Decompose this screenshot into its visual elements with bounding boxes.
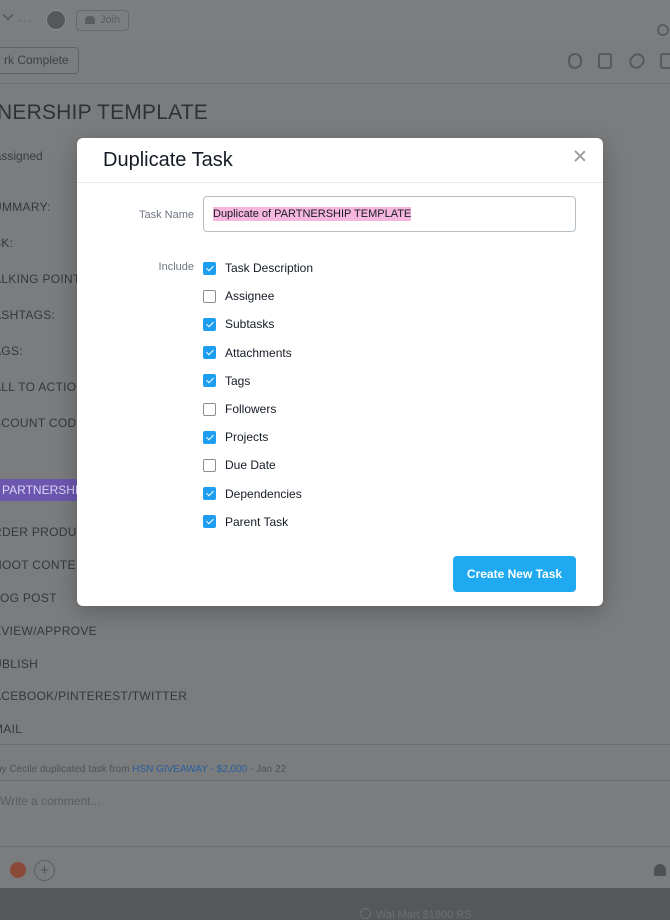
include-option-tags[interactable]: Tags <box>203 373 250 389</box>
parent-task-checkbox[interactable] <box>203 515 216 529</box>
people-icon <box>85 16 95 24</box>
comment-input[interactable]: Write a comment... <box>0 794 100 808</box>
description-line: SK: <box>0 236 14 250</box>
activity-story: ny Cecile duplicated task from HSN GIVEA… <box>0 764 286 775</box>
avatar[interactable] <box>8 860 28 880</box>
check-circle-icon[interactable] <box>360 908 371 919</box>
due-date-checkbox[interactable] <box>203 458 216 472</box>
include-option-parent-task[interactable]: Parent Task <box>203 514 288 530</box>
attachment-icon[interactable] <box>568 53 582 69</box>
include-option-projects[interactable]: Projects <box>203 429 268 445</box>
description-line: ALKING POINT <box>0 272 81 286</box>
story-date: - Jan 22 <box>247 764 287 775</box>
description-line: SCOUNT COD <box>0 416 77 430</box>
dialog-header: Duplicate Task <box>77 138 603 183</box>
collaborators-bar: + <box>0 846 670 888</box>
include-option-dependencies[interactable]: Dependencies <box>203 486 302 502</box>
subtask-item[interactable]: ACEBOOK/PINTEREST/TWITTER <box>0 689 187 703</box>
assignee-checkbox[interactable] <box>203 289 216 303</box>
option-label: Attachments <box>225 345 292 360</box>
option-label: Followers <box>225 402 277 416</box>
subtasks-checkbox[interactable] <box>203 317 216 331</box>
include-option-attachments[interactable]: Attachments <box>203 345 292 361</box>
join-label: Join <box>100 14 121 26</box>
include-label: Include <box>158 261 194 273</box>
option-label: Task Description <box>225 261 314 275</box>
list-item-label: Wal Mart $1800 RS <box>376 909 472 920</box>
chevron-down-icon[interactable] <box>2 9 14 21</box>
tags-checkbox[interactable] <box>203 374 216 388</box>
task-name-label: Task Name <box>138 209 194 221</box>
task-action-bar: rk Complete <box>0 38 670 84</box>
attachments-checkbox[interactable] <box>203 346 216 360</box>
like-icon[interactable] <box>660 53 670 69</box>
task-name-input[interactable]: Duplicate of PARTNERSHIP TEMPLATE <box>203 196 576 232</box>
story-text: ny Cecile duplicated task from <box>0 764 133 775</box>
bell-icon[interactable] <box>654 864 666 876</box>
include-option-subtasks[interactable]: Subtasks <box>203 316 274 332</box>
dialog-title: Duplicate Task <box>103 149 233 171</box>
description-line: AGS: <box>0 344 23 358</box>
followers-checkbox[interactable] <box>203 402 216 416</box>
link-icon[interactable] <box>626 50 648 72</box>
option-label: Assignee <box>225 289 275 304</box>
include-option-followers[interactable]: Followers <box>203 401 276 417</box>
mark-complete-button[interactable]: rk Complete <box>0 47 79 74</box>
story-link[interactable]: HSN GIVEAWAY - $2,000 <box>132 764 247 775</box>
list-peek: Wal Mart $1800 RS <box>0 888 670 920</box>
projects-checkbox[interactable] <box>203 430 216 444</box>
subtask-item[interactable]: RDER PRODU <box>0 525 77 539</box>
more-icon[interactable]: ··· <box>18 13 33 27</box>
option-label: Dependencies <box>225 486 302 501</box>
create-new-task-button[interactable]: Create New Task <box>453 556 576 592</box>
add-collaborator-button[interactable]: + <box>34 860 55 881</box>
option-label: Tags <box>225 373 251 388</box>
subtask-item[interactable]: MAIL <box>0 722 22 736</box>
close-icon[interactable] <box>573 149 587 163</box>
include-option-due-date[interactable]: Due Date <box>203 457 276 473</box>
subtask-item[interactable]: EVIEW/APPROVE <box>0 624 97 638</box>
assignee-field[interactable]: nassigned <box>0 149 43 163</box>
subtask-icon[interactable] <box>598 53 612 69</box>
description-line: UMMARY: <box>0 200 51 214</box>
option-label: Projects <box>225 430 269 445</box>
subtask-item[interactable]: LOG POST <box>0 591 57 605</box>
option-label: Parent Task <box>225 514 289 529</box>
option-label: Subtasks <box>225 317 275 332</box>
description-line: ALL TO ACTIO <box>0 380 77 394</box>
top-bar: ··· Join <box>0 0 670 38</box>
duplicate-task-dialog: Duplicate Task Task Name Duplicate of PA… <box>77 138 603 606</box>
task-description-checkbox[interactable] <box>203 261 216 275</box>
subtask-item[interactable]: UBLISH <box>0 657 38 671</box>
avatar[interactable] <box>46 10 66 30</box>
search-icon[interactable] <box>657 24 669 36</box>
task-name-value: Duplicate of PARTNERSHIP TEMPLATE <box>213 207 412 221</box>
join-button[interactable]: Join <box>76 10 130 31</box>
divider <box>0 744 670 745</box>
list-item[interactable]: Wal Mart $1800 RS <box>360 908 472 920</box>
dependencies-checkbox[interactable] <box>203 487 216 501</box>
task-title[interactable]: TNERSHIP TEMPLATE <box>0 101 208 125</box>
divider <box>0 780 670 781</box>
description-line: ASHTAGS: <box>0 308 56 322</box>
subtask-item[interactable]: HOOT CONTE <box>0 558 76 572</box>
include-option-task-description[interactable]: Task Description <box>203 260 313 276</box>
option-label: Due Date <box>225 458 276 473</box>
include-option-assignee[interactable]: Assignee <box>203 288 274 304</box>
project-tag[interactable]: PARTNERSHI <box>0 479 83 501</box>
